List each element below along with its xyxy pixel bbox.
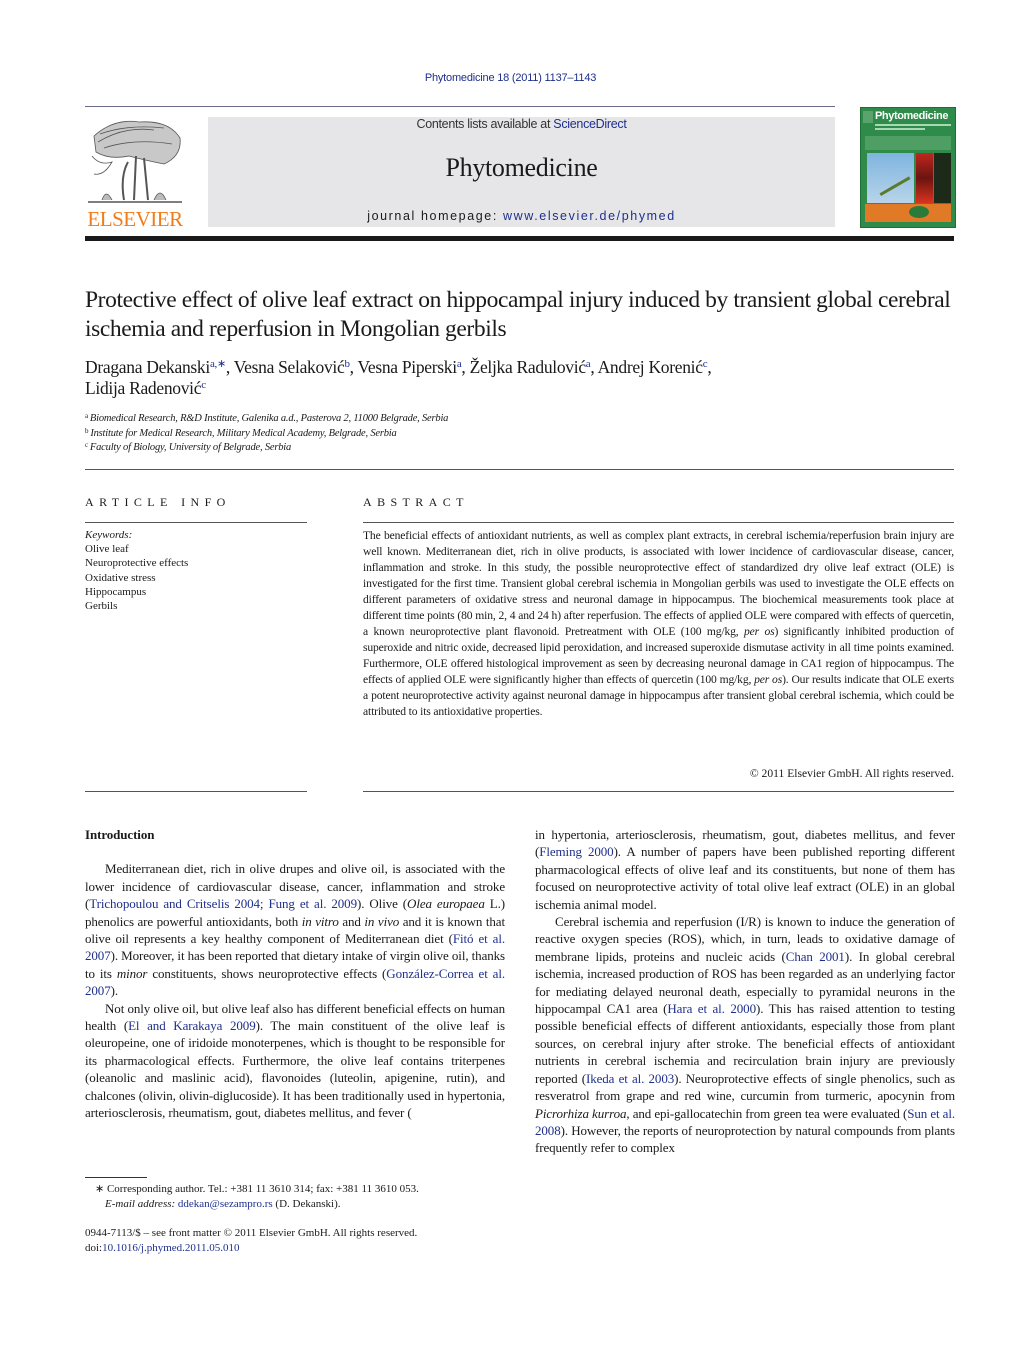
journal-cover-image[interactable]: Phytomedicine <box>860 107 956 228</box>
paragraph: Mediterranean diet, rich in olive drupes… <box>85 861 505 999</box>
header-thick-rule <box>85 236 954 241</box>
affiliation: a Biomedical Research, R&D Institute, Gal… <box>85 412 449 425</box>
paragraph: Cerebral ischemia and reperfusion (I/R) … <box>535 914 956 1156</box>
affiliation: b Institute for Medical Research, Militar… <box>85 426 397 439</box>
body-column-right: in hypertonia, arteriosclerosis, rheumat… <box>535 826 955 1157</box>
keyword[interactable]: Oxidative stress <box>85 571 307 585</box>
author[interactable]: Dragana Dekanskia,∗ <box>85 357 226 377</box>
cover-subtitle-line <box>875 128 925 130</box>
reference-link[interactable]: Fleming 2000 <box>539 844 613 859</box>
keywords-label: Keywords: <box>85 529 133 541</box>
issn-line: 0944-7113/$ – see front matter © 2011 El… <box>85 1227 418 1239</box>
paragraph: Not only olive oil, but olive leaf also … <box>85 1000 505 1121</box>
keyword[interactable]: Olive leaf <box>85 542 307 556</box>
keyword[interactable]: Gerbils <box>85 599 307 613</box>
reference-link[interactable]: Ikeda et al. 2003 <box>586 1071 674 1086</box>
corresponding-author-text: Corresponding author. Tel.: +381 11 3610… <box>106 1183 419 1195</box>
tree-icon <box>88 120 182 203</box>
journal-homepage: journal homepage: www.elsevier.de/phymed <box>208 209 835 223</box>
author[interactable]: Željka Radulovića <box>470 357 591 377</box>
corresponding-author-footnote: ∗ Corresponding author. Tel.: +381 11 36… <box>95 1183 419 1210</box>
doi-link[interactable]: 10.1016/j.phymed.2011.05.010 <box>102 1242 239 1254</box>
footnote-rule <box>85 1177 147 1178</box>
homepage-link[interactable]: www.elsevier.de/phymed <box>503 209 676 223</box>
abstract-rule <box>363 522 954 523</box>
cover-subtitle-line <box>875 124 951 126</box>
cover-title: Phytomedicine <box>875 110 949 122</box>
reference-link[interactable]: Chan 2001 <box>786 949 845 964</box>
elsevier-logo[interactable]: ELSEVIER <box>84 116 186 231</box>
journal-name: Phytomedicine <box>445 153 598 182</box>
keywords-list: Keywords: Olive leaf Neuroprotective eff… <box>85 528 307 613</box>
cover-diagram <box>909 206 929 218</box>
author-list: Dragana Dekanskia,∗, Vesna Selakovićb, V… <box>85 357 712 398</box>
abstract-bottom-rule <box>363 791 954 792</box>
cover-orange-panel <box>865 204 951 222</box>
doi-line: doi:10.1016/j.phymed.2011.05.010 <box>85 1241 240 1254</box>
abstract-copyright: © 2011 Elsevier GmbH. All rights reserve… <box>749 767 954 780</box>
affiliation: c Faculty of Biology, University of Belgr… <box>85 441 292 454</box>
article-info-rule <box>85 522 307 523</box>
sciencedirect-link[interactable]: ScienceDirect <box>553 117 627 131</box>
author[interactable]: Lidija Radenovićc <box>85 378 206 398</box>
email-label: E-mail address: <box>105 1197 176 1210</box>
journal-masthead: Contents lists available at ScienceDirec… <box>208 117 835 227</box>
section-divider <box>85 469 954 470</box>
homepage-prefix: journal homepage: <box>367 209 504 223</box>
article-info-heading: ARTICLE INFO <box>85 495 231 509</box>
reference-link[interactable]: Hara et al. 2000 <box>667 1001 756 1016</box>
article-info-bottom-rule <box>85 791 307 792</box>
header-rule <box>85 106 835 107</box>
paragraph-continued: in hypertonia, arteriosclerosis, rheumat… <box>535 827 955 912</box>
body-column-left: Introduction Mediterranean diet, rich in… <box>85 826 505 1122</box>
elsevier-wordmark: ELSEVIER <box>87 207 183 231</box>
email-link[interactable]: ddekan@sezampro.rs <box>178 1198 273 1210</box>
footnote-marker: ∗ <box>95 1183 105 1195</box>
contents-available: Contents lists available at ScienceDirec… <box>208 117 835 131</box>
section-heading-introduction: Introduction <box>85 827 155 842</box>
cover-heatmap <box>916 153 933 203</box>
keyword[interactable]: Neuroprotective effects <box>85 556 307 570</box>
author[interactable]: Andrej Korenićc <box>598 357 708 377</box>
article-title: Protective effect of olive leaf extract … <box>85 287 951 342</box>
reference-link[interactable]: El and Karakaya 2009 <box>128 1018 256 1033</box>
abstract-text: The beneficial effects of antioxidant nu… <box>363 529 955 718</box>
abstract-heading: ABSTRACT <box>363 495 469 509</box>
contents-prefix: Contents lists available at <box>416 117 554 131</box>
keyword[interactable]: Hippocampus <box>85 585 307 599</box>
author[interactable]: Vesna Selakovićb <box>234 357 350 377</box>
front-matter: 0944-7113/$ – see front matter © 2011 El… <box>85 1226 515 1255</box>
cover-publisher-mark <box>863 111 873 123</box>
reference-link[interactable]: Trichopoulou and Critselis 2004; Fung et… <box>89 896 357 911</box>
author[interactable]: Vesna Piperskia <box>357 357 461 377</box>
affiliations: a Biomedical Research, R&D Institute, Gal… <box>85 412 965 456</box>
journal-citation[interactable]: Phytomedicine 18 (2011) 1137–1143 <box>0 72 1021 84</box>
cover-band <box>865 136 951 150</box>
cover-microarray <box>934 153 951 203</box>
